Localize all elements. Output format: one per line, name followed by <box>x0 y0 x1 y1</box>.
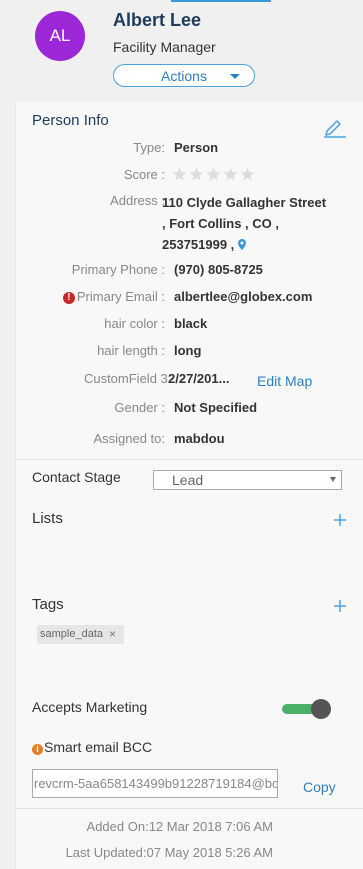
field-label: Address : <box>110 193 165 208</box>
field-value: 2/27/201... <box>168 371 230 386</box>
field-label: Type: <box>133 140 165 155</box>
field-label: hair length : <box>97 343 165 358</box>
field-label: Primary Phone : <box>71 262 165 277</box>
details-panel: Person Info Type: Person Score : Address… <box>15 101 363 869</box>
tag-chip: sample_data × <box>37 625 125 644</box>
field-value: albertlee@globex.com <box>174 289 313 304</box>
actions-label: Actions <box>161 67 207 84</box>
contact-stage-select[interactable]: Lead <box>153 470 342 490</box>
chevron-down-icon <box>230 74 240 79</box>
remove-tag-icon[interactable]: × <box>109 625 116 644</box>
field-label: hair color : <box>104 316 165 331</box>
smart-bcc-heading: i Smart email BCC <box>32 739 152 755</box>
active-tab-indicator <box>171 0 271 2</box>
info-icon: i <box>32 744 43 755</box>
contact-stage-label: Contact Stage <box>32 469 121 485</box>
toggle-knob <box>311 699 331 719</box>
field-value: mabdou <box>174 431 225 446</box>
field-label: Gender : <box>114 400 165 415</box>
field-hair-length: hair length : long <box>16 343 363 363</box>
field-value: Person <box>174 140 219 155</box>
divider <box>16 459 363 460</box>
field-value: (970) 805-8725 <box>174 262 263 277</box>
person-info-title: Person Info <box>32 112 109 129</box>
star-icon[interactable] <box>206 167 221 182</box>
field-value: long <box>174 343 202 358</box>
lists-title: Lists <box>32 510 63 527</box>
smart-bcc-label: Smart email BCC <box>44 739 153 755</box>
last-updated: Last Updated:07 May 2018 5:26 AM <box>65 845 273 860</box>
star-icon[interactable] <box>172 167 187 182</box>
field-type: Type: Person <box>16 140 363 160</box>
star-icon[interactable] <box>223 167 238 182</box>
avatar: AL <box>35 11 85 61</box>
field-hair-color: hair color : black <box>16 316 363 336</box>
tags-title: Tags <box>32 596 64 613</box>
address-line-3: 253751999 , <box>162 237 235 252</box>
address-line-2: , Fort Collins , CO , <box>162 216 279 231</box>
contact-name: Albert Lee <box>113 10 202 30</box>
added-on: Added On:12 Mar 2018 7:06 AM <box>86 819 273 834</box>
plus-icon[interactable] <box>333 513 347 527</box>
chevron-down-icon <box>330 477 336 482</box>
field-primary-phone: Primary Phone : (970) 805-8725 <box>16 262 363 282</box>
address-value: 110 Clyde Gallagher Street , Fort Collin… <box>162 192 362 255</box>
pencil-icon[interactable] <box>323 116 347 138</box>
contact-role: Facility Manager <box>113 39 216 55</box>
score-stars[interactable] <box>172 167 255 182</box>
plus-icon[interactable] <box>333 599 347 613</box>
field-label: Assigned to: <box>93 431 165 446</box>
contact-stage-value: Lead <box>172 472 204 488</box>
error-icon: ! <box>62 292 75 304</box>
field-primary-email: ! Primary Email : albertlee@globex.com <box>16 289 363 309</box>
address-line-3-row: 253751999 , <box>162 234 362 255</box>
map-pin-icon[interactable] <box>237 239 246 250</box>
address-line-1: 110 Clyde Gallagher Street <box>162 195 327 210</box>
copy-button[interactable]: Copy <box>303 779 336 795</box>
tag-label: sample_data <box>40 628 103 640</box>
actions-button[interactable]: Actions <box>113 64 255 87</box>
star-icon[interactable] <box>240 167 255 182</box>
primary-email-label: Primary Email : <box>76 289 165 304</box>
star-icon[interactable] <box>189 167 204 182</box>
field-label: Score : <box>123 167 165 182</box>
accepts-marketing-toggle[interactable] <box>282 699 331 719</box>
divider <box>16 808 363 809</box>
field-label: CustomField 3 : <box>83 371 175 386</box>
smart-bcc-field[interactable]: revcrm-5aa658143499b91228719184@bcc <box>32 769 278 798</box>
contact-header: AL Albert Lee Facility Manager Actions <box>0 0 363 100</box>
field-value: Not Specified <box>174 400 258 415</box>
field-assigned-to: Assigned to: mabdou <box>16 431 363 451</box>
field-gender: Gender : Not Specified <box>16 400 363 420</box>
field-label: ! Primary Email : <box>62 289 165 304</box>
accepts-marketing-label: Accepts Marketing <box>32 699 148 715</box>
edit-map-link[interactable]: Edit Map <box>257 373 312 389</box>
field-value: black <box>174 316 208 331</box>
